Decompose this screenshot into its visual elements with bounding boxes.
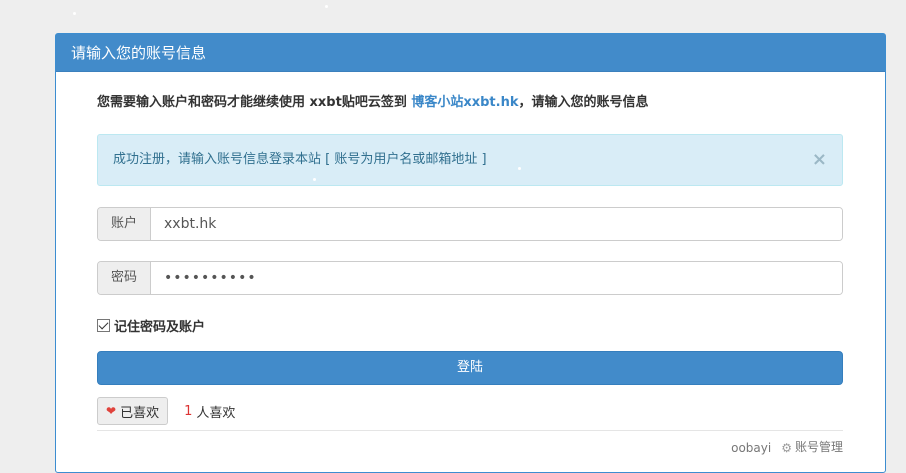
sparkle bbox=[325, 5, 328, 8]
alert-message: 成功注册，请输入账号信息登录本站 [ 账号为用户名或邮箱地址 ] bbox=[113, 152, 487, 167]
sparkle bbox=[518, 167, 521, 170]
heart-icon: ❤ bbox=[106, 404, 117, 418]
footer: oobayi ⚙ 账号管理 bbox=[97, 431, 843, 455]
password-input[interactable] bbox=[151, 262, 842, 294]
gear-icon: ⚙ bbox=[781, 441, 792, 455]
password-field-group: 密码 bbox=[97, 261, 843, 295]
account-field-group: 账户 bbox=[97, 207, 843, 241]
remember-label[interactable]: 记住密码及账户 bbox=[114, 316, 205, 335]
intro-suffix: ，请输入您的账号信息 bbox=[518, 95, 649, 110]
close-icon[interactable]: × bbox=[812, 135, 827, 185]
sparkle bbox=[313, 178, 316, 181]
footer-user: oobayi bbox=[731, 441, 772, 455]
password-label: 密码 bbox=[98, 262, 151, 294]
login-button[interactable]: 登陆 bbox=[97, 351, 843, 385]
account-manage-link[interactable]: 账号管理 bbox=[795, 438, 843, 455]
like-count: 1 bbox=[184, 403, 193, 419]
account-input[interactable] bbox=[151, 208, 842, 240]
like-button-label: 已喜欢 bbox=[120, 405, 160, 421]
sparkle bbox=[73, 12, 76, 15]
account-label: 账户 bbox=[98, 208, 151, 240]
like-button[interactable]: ❤ 已喜欢 bbox=[97, 397, 169, 425]
success-alert: 成功注册，请输入账号信息登录本站 [ 账号为用户名或邮箱地址 ] × bbox=[97, 134, 843, 186]
like-row: ❤ 已喜欢 1 人喜欢 bbox=[97, 397, 843, 425]
intro-prefix: 您需要输入账户和密码才能继续使用 xxbt贴吧云签到 bbox=[97, 95, 412, 110]
login-panel: 请输入您的账号信息 您需要输入账户和密码才能继续使用 xxbt贴吧云签到 博客小… bbox=[55, 33, 886, 473]
panel-title: 请输入您的账号信息 bbox=[56, 34, 885, 72]
like-count-label: 人喜欢 bbox=[196, 405, 236, 421]
intro-text: 您需要输入账户和密码才能继续使用 xxbt贴吧云签到 博客小站xxbt.hk，请… bbox=[97, 94, 843, 112]
site-link[interactable]: 博客小站xxbt.hk bbox=[411, 95, 518, 110]
remember-checkbox[interactable] bbox=[97, 318, 110, 332]
remember-row[interactable]: 记住密码及账户 bbox=[97, 316, 843, 335]
